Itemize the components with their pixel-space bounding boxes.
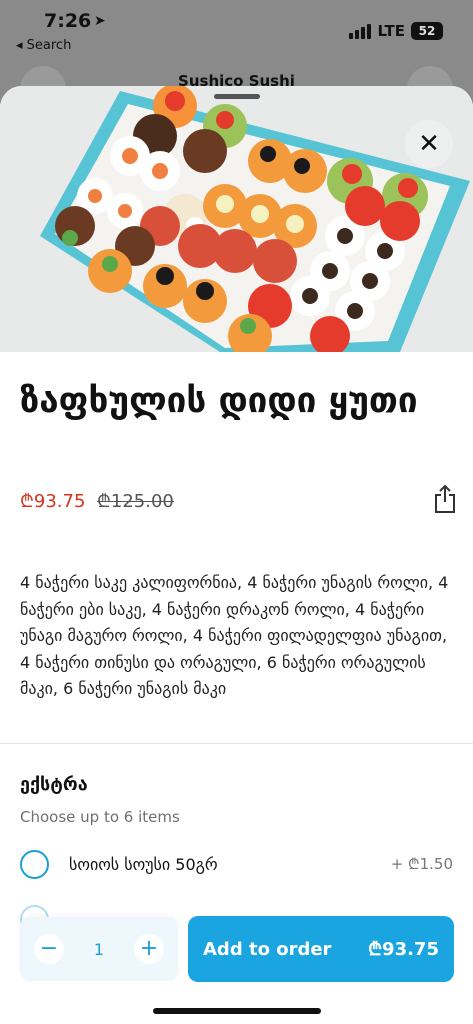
extra-option[interactable]: სოიოს სოუსი 50გრ + ₾1.50 <box>20 846 453 882</box>
close-icon: ✕ <box>418 129 440 159</box>
extras-subtitle: Choose up to 6 items <box>20 808 180 826</box>
product-title: ზაფხულის დიდი ყუთი <box>20 381 418 421</box>
extra-option-price: + ₾1.50 <box>390 855 453 873</box>
sushi-box-photo: ✕ <box>0 86 473 352</box>
order-total: ₾93.75 <box>368 939 439 960</box>
cell-signal-icon <box>349 23 372 39</box>
home-indicator <box>153 1008 321 1014</box>
share-icon[interactable] <box>433 484 457 514</box>
sheet-grabber[interactable] <box>214 94 260 99</box>
quantity-value: 1 <box>93 939 105 959</box>
quantity-stepper: − 1 + <box>20 917 178 981</box>
battery-icon: 52 <box>411 22 443 40</box>
radio-button[interactable] <box>20 849 49 879</box>
extras-title: ექსტრა <box>20 774 88 795</box>
product-description: 4 ნაჭერი საკე კალიფორნია, 4 ნაჭერი უნაგი… <box>20 573 449 698</box>
current-price: ₾93.75 <box>20 491 86 512</box>
add-to-order-button[interactable]: Add to order ₾93.75 <box>188 916 454 982</box>
add-to-order-label: Add to order <box>203 938 332 960</box>
section-divider <box>0 743 473 744</box>
status-indicators: LTE 52 <box>349 22 443 40</box>
decrease-quantity-button[interactable]: − <box>34 934 64 964</box>
increase-quantity-button[interactable]: + <box>134 934 164 964</box>
product-sheet: ✕ ზაფხულის დიდი ყუთი ₾93.75 ₾125.00 4 ნა… <box>0 86 473 1024</box>
network-type: LTE <box>377 22 405 40</box>
location-arrow-icon: ➤ <box>94 13 106 29</box>
close-button[interactable]: ✕ <box>405 120 453 168</box>
sushi-box-illustration <box>0 86 473 352</box>
status-time: 7:26 <box>44 10 92 32</box>
back-to-search-link[interactable]: ◂ Search <box>16 38 71 53</box>
extra-option-label: სოიოს სოუსი 50გრ <box>69 854 218 874</box>
original-price: ₾125.00 <box>97 491 174 512</box>
